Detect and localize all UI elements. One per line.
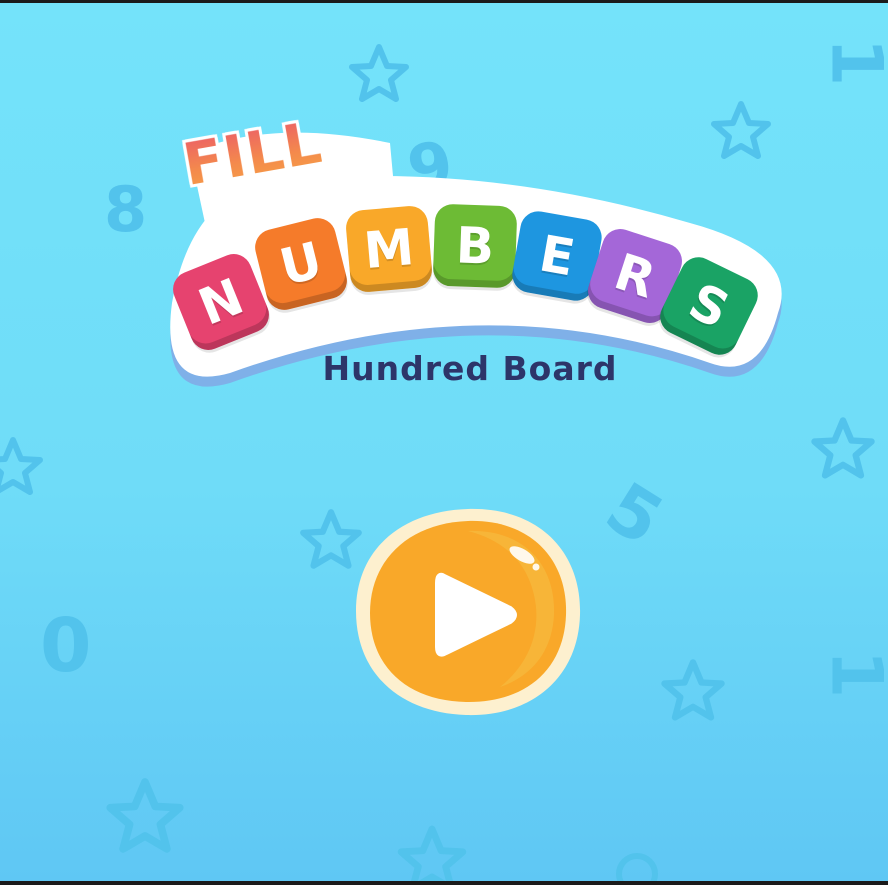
star-icon	[0, 437, 43, 495]
bg-digit-0: 0	[40, 603, 92, 689]
bg-digit-8: 8	[104, 173, 148, 246]
star-icon	[106, 778, 184, 853]
bg-digit-1-top: 1	[815, 38, 888, 87]
bg-digit-1-bottom: 1	[815, 650, 888, 699]
logo-letter-b: B	[432, 203, 518, 289]
star-icon	[661, 659, 725, 721]
star-icon	[349, 44, 409, 102]
logo-letter-m: M	[344, 204, 434, 294]
play-icon	[435, 572, 517, 657]
bg-digit-5: 5	[591, 466, 677, 562]
ring-icon	[616, 853, 658, 881]
game-subtitle: Hundred Board	[322, 349, 618, 388]
game-logo: FILL N U M B E R S Hundred Board	[150, 108, 790, 413]
star-icon	[397, 825, 467, 881]
play-button[interactable]	[350, 503, 586, 721]
star-icon	[811, 417, 875, 479]
title-screen: 8 9 5 0 1 1 FILL N U M B	[0, 3, 888, 881]
